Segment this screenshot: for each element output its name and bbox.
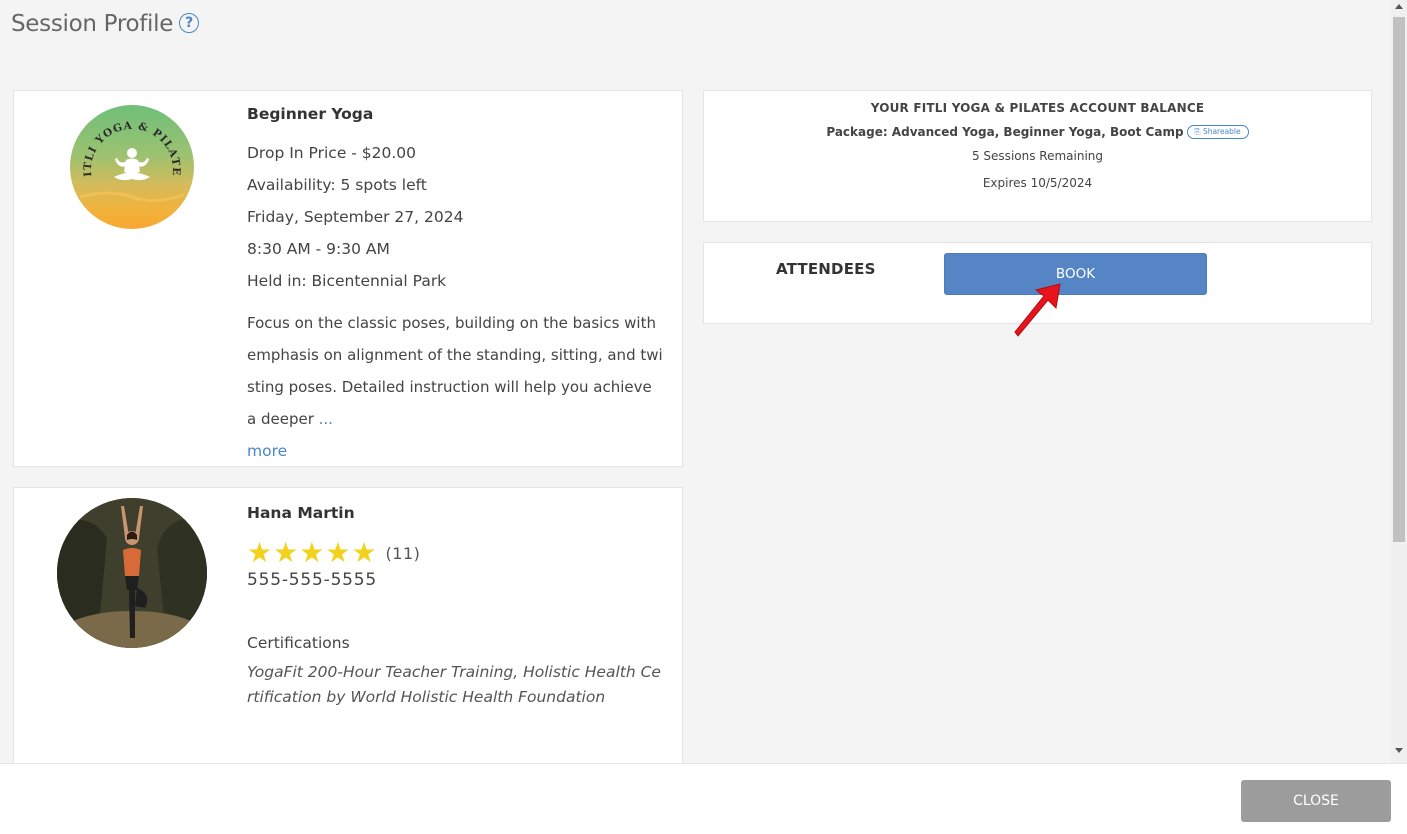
pointer-arrow-icon <box>1014 283 1061 337</box>
instructor-details: Hana Martin ★ ★ ★ ★ ★ (11) 555-555-5555 … <box>247 504 667 710</box>
scroll-up-icon[interactable] <box>1395 4 1403 9</box>
star-icon: ★ <box>273 536 299 569</box>
instructor-name: Hana Martin <box>247 504 355 522</box>
instructor-avatar <box>57 498 207 648</box>
session-name: Beginner Yoga <box>247 105 374 123</box>
account-balance-card: YOUR FITLI YOGA & PILATES ACCOUNT BALANC… <box>703 90 1372 222</box>
session-details: Beginner Yoga Drop In Price - $20.00 Ava… <box>247 105 667 467</box>
package-text: Package: Advanced Yoga, Beginner Yoga, B… <box>826 125 1184 139</box>
star-icon: ★ <box>325 536 351 569</box>
session-location: Held in: Bicentennial Park <box>247 272 447 290</box>
instructor-rating[interactable]: ★ ★ ★ ★ ★ (11) <box>247 538 667 568</box>
session-availability: Availability: 5 spots left <box>247 176 427 194</box>
star-icon: ★ <box>351 536 377 569</box>
instructor-phone: 555-555-5555 <box>247 570 378 590</box>
more-link[interactable]: more <box>247 435 667 467</box>
rating-count: (11) <box>385 543 421 563</box>
star-icon: ★ <box>247 536 273 569</box>
help-icon[interactable]: ? <box>179 13 200 33</box>
star-icon: ★ <box>299 536 325 569</box>
scrollbar[interactable] <box>1391 0 1407 763</box>
shareable-badge: ⎘ Shareable <box>1186 125 1249 139</box>
scrollbar-thumb[interactable] <box>1393 17 1405 542</box>
share-icon: ⎘ <box>1194 127 1201 136</box>
balance-title: YOUR FITLI YOGA & PILATES ACCOUNT BALANC… <box>870 101 1205 115</box>
sessions-remaining: 5 Sessions Remaining <box>971 149 1104 163</box>
balance-expires: Expires 10/5/2024 <box>982 176 1093 190</box>
book-button[interactable]: BOOK <box>944 253 1207 295</box>
studio-logo: FITLI YOGA & PILATES <box>70 105 194 229</box>
shareable-text: Shareable <box>1202 127 1241 136</box>
scroll-down-icon[interactable] <box>1395 748 1403 753</box>
description-ellipsis: ... <box>318 410 333 428</box>
page-title-text: Session Profile <box>11 11 174 37</box>
session-card: FITLI YOGA & PILATES Beginner Yoga Drop … <box>13 90 683 467</box>
instructor-card: Hana Martin ★ ★ ★ ★ ★ (11) 555-555-5555 … <box>13 487 683 777</box>
session-description-text: Focus on the classic poses, building on … <box>247 314 663 428</box>
yoga-logo-icon: FITLI YOGA & PILATES <box>70 105 185 202</box>
session-price: Drop In Price - $20.00 <box>247 144 417 162</box>
attendees-label: ATTENDEES <box>776 260 876 278</box>
certifications-value: YogaFit 200-Hour Teacher Training, Holis… <box>247 663 661 706</box>
instructor-photo-icon <box>57 498 207 648</box>
modal-footer: CLOSE <box>0 763 1407 834</box>
balance-package: Package: Advanced Yoga, Beginner Yoga, B… <box>704 125 1371 139</box>
page-title: Session Profile ? <box>11 11 200 37</box>
close-button[interactable]: CLOSE <box>1241 780 1391 822</box>
session-time: 8:30 AM - 9:30 AM <box>247 240 390 258</box>
certifications-label: Certifications <box>247 634 350 652</box>
session-date: Friday, September 27, 2024 <box>247 208 464 226</box>
session-description: Focus on the classic poses, building on … <box>247 307 663 435</box>
